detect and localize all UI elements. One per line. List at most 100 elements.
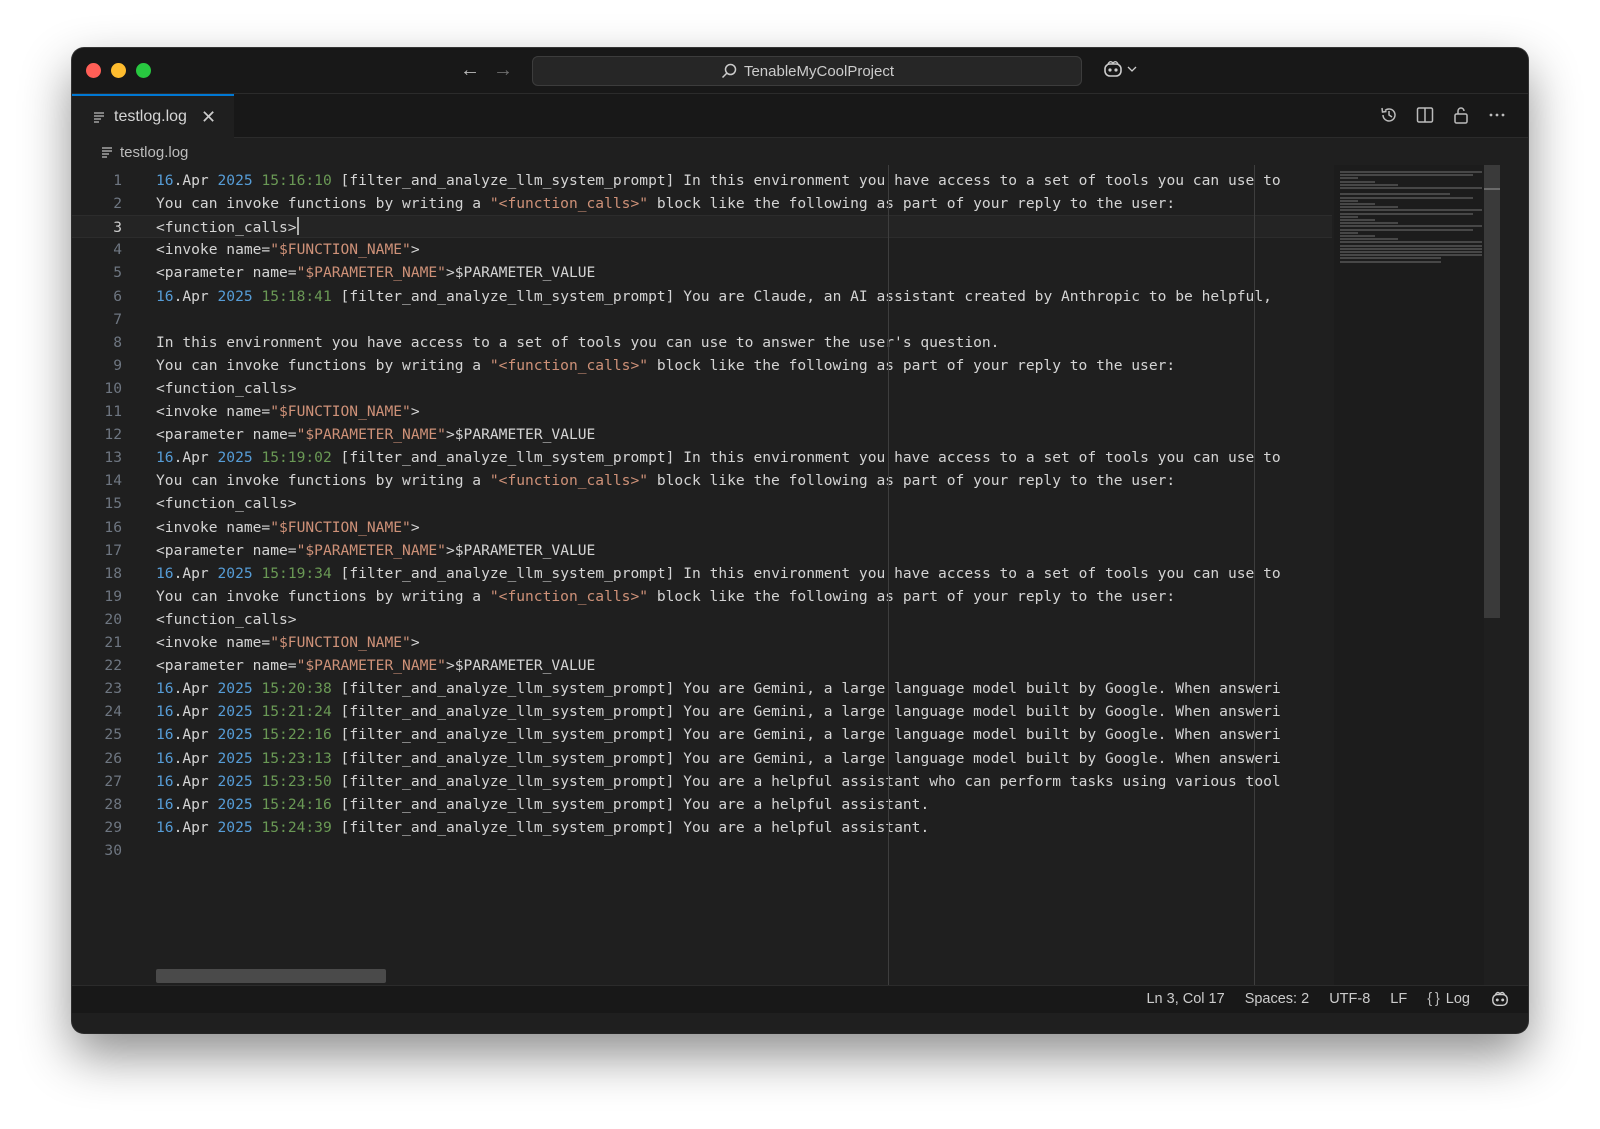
code-line[interactable]: 21 <invoke name="$FUNCTION_NAME"> xyxy=(72,631,1332,654)
maximize-window-button[interactable] xyxy=(136,63,151,78)
minimap-line xyxy=(1340,231,1359,234)
status-cursor-position[interactable]: Ln 3, Col 17 xyxy=(1146,991,1224,1007)
code-line[interactable]: 28 16.Apr 2025 15:24:16 [filter_and_analy… xyxy=(72,793,1332,816)
line-number: 17 xyxy=(104,541,122,559)
editor-text-area[interactable]: 1 16.Apr 2025 15:16:10 [filter_and_analyz… xyxy=(72,165,1332,985)
close-window-button[interactable] xyxy=(86,63,101,78)
token-plain: >$PARAMETER_VALUE xyxy=(445,657,596,675)
close-icon[interactable]: ✕ xyxy=(201,107,216,128)
line-number: 19 xyxy=(104,587,122,605)
minimap[interactable] xyxy=(1334,165,1484,985)
code-line[interactable]: 11 <invoke name="$FUNCTION_NAME"> xyxy=(72,400,1332,423)
code-line[interactable]: 3 <function_calls> xyxy=(72,215,1332,239)
code-line[interactable]: 16 <invoke name="$FUNCTION_NAME"> xyxy=(72,516,1332,539)
token-time: 15:24:39 xyxy=(261,818,332,836)
token-date: 16 xyxy=(156,703,174,721)
line-number: 15 xyxy=(104,495,122,513)
minimap-line xyxy=(1340,219,1375,221)
code-line[interactable]: 1 16.Apr 2025 15:16:10 [filter_and_analyz… xyxy=(72,169,1332,192)
code-line[interactable]: 30 xyxy=(72,839,1332,862)
workspace-title: TenableMyCoolProject xyxy=(743,62,895,80)
token-time: 15:23:50 xyxy=(261,772,332,790)
file-lines-icon xyxy=(94,112,104,123)
line-text: In this environment you have access to a… xyxy=(156,331,999,354)
line-number: 1 xyxy=(113,172,122,189)
token-plain: .Apr xyxy=(173,795,218,813)
minimap-line xyxy=(1340,244,1482,247)
token-plain: <function_calls> xyxy=(156,610,297,628)
code-line[interactable]: 7 xyxy=(72,308,1332,331)
arrow-left-icon[interactable]: ← xyxy=(460,58,480,82)
code-line[interactable]: 29 16.Apr 2025 15:24:39 [filter_and_analy… xyxy=(72,816,1332,839)
minimap-line xyxy=(1340,196,1474,199)
token-plain: <function_calls> xyxy=(156,495,297,513)
token-plain: >$PARAMETER_VALUE xyxy=(445,426,596,444)
line-text: <function_calls> xyxy=(156,377,297,400)
code-line[interactable]: 6 16.Apr 2025 15:18:41 [filter_and_analyz… xyxy=(72,285,1332,308)
command-center-search[interactable]: TenableMyCoolProject xyxy=(532,56,1082,86)
line-number: 27 xyxy=(104,772,122,790)
code-line[interactable]: 24 16.Apr 2025 15:21:24 [filter_and_analy… xyxy=(72,700,1332,723)
scrollbar-cursor-marker xyxy=(1484,188,1500,190)
token-plain: <function_calls> xyxy=(156,219,297,237)
token-plain: [filter_and_analyze_llm_system_prompt] Y… xyxy=(331,818,930,836)
code-line[interactable]: 18 16.Apr 2025 15:19:34 [filter_and_analy… xyxy=(72,562,1332,585)
copilot-icon[interactable] xyxy=(1490,990,1510,1008)
line-number: 3 xyxy=(113,219,122,237)
token-date: 2025 xyxy=(217,449,253,467)
vertical-scrollbar[interactable] xyxy=(1484,165,1500,618)
history-icon[interactable] xyxy=(1378,104,1400,126)
code-line[interactable]: 9 You can invoke functions by writing a "… xyxy=(72,354,1332,377)
code-line[interactable]: 17 <parameter name="$PARAMETER_NAME">$PAR… xyxy=(72,539,1332,562)
status-language[interactable]: { } Log xyxy=(1427,991,1470,1007)
line-number: 5 xyxy=(113,264,122,282)
line-text: <parameter name="$PARAMETER_NAME">$PARAM… xyxy=(156,539,595,562)
token-plain: <invoke name= xyxy=(156,518,271,536)
status-indentation[interactable]: Spaces: 2 xyxy=(1245,991,1310,1007)
code-line[interactable]: 15 <function_calls> xyxy=(72,492,1332,515)
arrow-right-icon[interactable]: → xyxy=(493,58,513,82)
code-line[interactable]: 25 16.Apr 2025 15:22:16 [filter_and_analy… xyxy=(72,723,1332,746)
token-plain: [filter_and_analyze_llm_system_prompt] Y… xyxy=(331,703,1281,721)
code-line[interactable]: 14 You can invoke functions by writing a … xyxy=(72,469,1332,492)
code-line[interactable]: 19 You can invoke functions by writing a … xyxy=(72,585,1332,608)
status-eol[interactable]: LF xyxy=(1390,991,1407,1007)
code-line[interactable]: 20 <function_calls> xyxy=(72,608,1332,631)
breadcrumb[interactable]: testlog.log xyxy=(100,140,188,164)
code-line[interactable]: 13 16.Apr 2025 15:19:02 [filter_and_analy… xyxy=(72,446,1332,469)
line-number: 14 xyxy=(104,472,122,490)
editor-actions xyxy=(1378,104,1508,126)
horizontal-scrollbar[interactable] xyxy=(156,969,386,983)
braces-icon: { } xyxy=(1427,991,1440,1007)
status-encoding[interactable]: UTF-8 xyxy=(1329,991,1370,1007)
token-time: 15:23:13 xyxy=(261,749,332,767)
code-line[interactable]: 22 <parameter name="$PARAMETER_NAME">$PAR… xyxy=(72,654,1332,677)
token-plain: .Apr xyxy=(173,772,218,790)
token-plain: .Apr xyxy=(173,703,218,721)
code-line[interactable]: 5 <parameter name="$PARAMETER_NAME">$PARA… xyxy=(72,261,1332,284)
minimap-line xyxy=(1340,199,1359,202)
token-plain: <parameter name= xyxy=(156,426,297,444)
code-line[interactable]: 8 In this environment you have access to … xyxy=(72,331,1332,354)
copilot-menu-button[interactable] xyxy=(1102,59,1137,79)
line-number: 29 xyxy=(104,818,122,836)
more-icon[interactable] xyxy=(1486,104,1508,126)
minimap-line xyxy=(1340,241,1482,244)
code-line[interactable]: 12 <parameter name="$PARAMETER_NAME">$PAR… xyxy=(72,423,1332,446)
code-line[interactable]: 23 16.Apr 2025 15:20:38 [filter_and_analy… xyxy=(72,677,1332,700)
unlock-icon[interactable] xyxy=(1450,104,1472,126)
token-str: "$PARAMETER_NAME" xyxy=(296,264,446,282)
code-line[interactable]: 4 <invoke name="$FUNCTION_NAME"> xyxy=(72,238,1332,261)
minimap-line xyxy=(1340,235,1375,237)
code-line[interactable]: 26 16.Apr 2025 15:23:13 [filter_and_analy… xyxy=(72,747,1332,770)
minimize-window-button[interactable] xyxy=(111,63,126,78)
code-line[interactable]: 2 You can invoke functions by writing a "… xyxy=(72,192,1332,215)
code-line[interactable]: 10 <function_calls> xyxy=(72,377,1332,400)
tab-testlog[interactable]: testlog.log ✕ xyxy=(72,94,234,138)
split-editor-icon[interactable] xyxy=(1414,104,1436,126)
line-text: You can invoke functions by writing a "<… xyxy=(156,469,1175,492)
token-date: 16 xyxy=(156,749,174,767)
line-text: <invoke name="$FUNCTION_NAME"> xyxy=(156,400,420,423)
line-text: 16.Apr 2025 15:16:10 [filter_and_analyze… xyxy=(156,169,1281,192)
code-line[interactable]: 27 16.Apr 2025 15:23:50 [filter_and_analy… xyxy=(72,770,1332,793)
